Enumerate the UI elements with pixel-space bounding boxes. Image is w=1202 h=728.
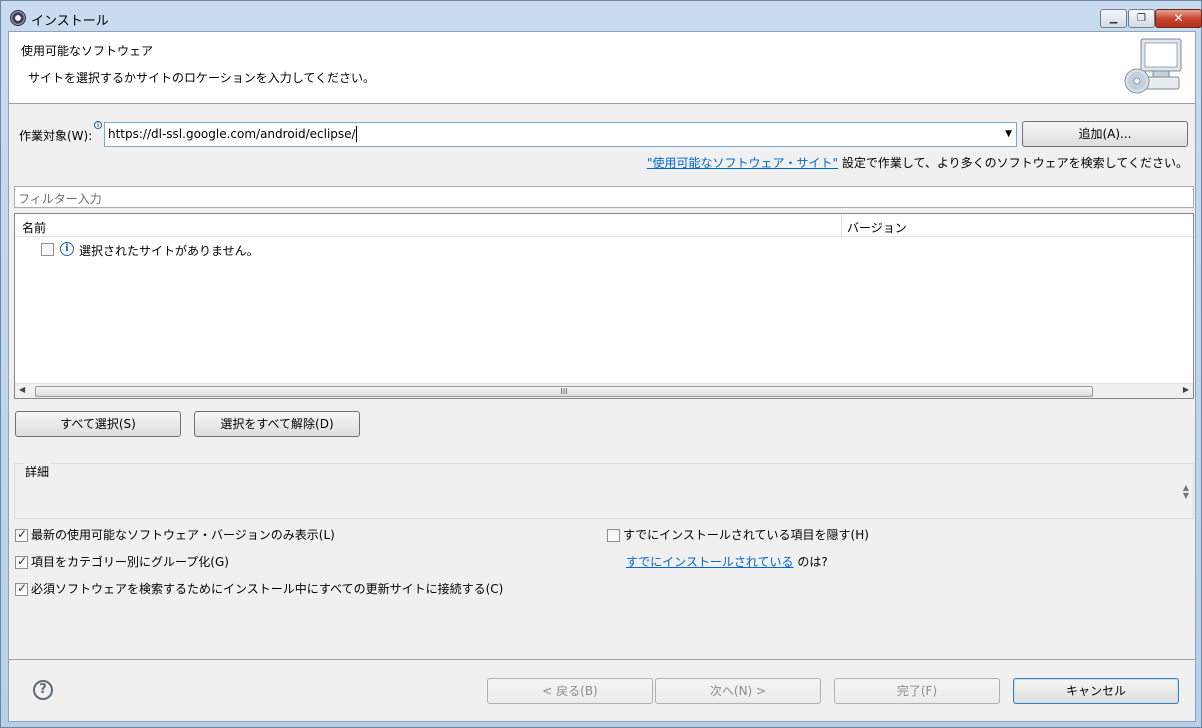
scroll-left-icon[interactable]: ◀ bbox=[19, 385, 25, 394]
help-icon[interactable]: ? bbox=[33, 680, 53, 700]
horizontal-scrollbar[interactable]: ◀ III ▶ bbox=[15, 383, 1193, 398]
title-bar: インストール ▁ ❐ ✕ bbox=[1, 1, 1202, 31]
table-row[interactable]: i 選択されたサイトがありません。 bbox=[15, 239, 615, 259]
minimize-button[interactable]: ▁ bbox=[1100, 9, 1127, 28]
text-caret bbox=[356, 126, 357, 142]
info-hint-icon: i bbox=[94, 121, 102, 129]
scroll-right-icon[interactable]: ▶ bbox=[1183, 385, 1189, 394]
row-label: 選択されたサイトがありません。 bbox=[79, 244, 259, 258]
already-installed-row: すでにインストールされている のは? bbox=[626, 553, 828, 570]
back-button[interactable]: < 戻る(B) bbox=[487, 678, 653, 704]
latest-only-checkbox[interactable] bbox=[15, 527, 28, 542]
already-installed-suffix: のは? bbox=[797, 555, 828, 569]
available-sites-link-row: "使用可能なソフトウェア・サイト" 設定で作業して、より多くのソフトウェアを検索… bbox=[647, 154, 1188, 171]
dialog-client-area: 使用可能なソフトウェア サイトを選択するかサイトのロケーションを入力してください… bbox=[8, 31, 1196, 722]
chevron-down-icon[interactable]: ▼ bbox=[1005, 129, 1012, 139]
info-icon: i bbox=[60, 242, 74, 256]
software-tree-table[interactable]: 名前 バージョン i 選択されたサイトがありません。 ◀ III ▶ bbox=[14, 213, 1194, 399]
work-with-label: 作業対象(W): bbox=[19, 129, 93, 143]
already-installed-link[interactable]: すでにインストールされている bbox=[626, 555, 794, 569]
available-sites-suffix: 設定で作業して、より多くのソフトウェアを検索してください。 bbox=[841, 156, 1188, 170]
contact-all-sites-checkbox[interactable] bbox=[15, 581, 28, 596]
cancel-button[interactable]: キャンセル bbox=[1013, 678, 1179, 704]
eclipse-app-icon bbox=[10, 10, 26, 26]
scrollbar-thumb[interactable]: III bbox=[35, 386, 1093, 397]
window-title: インストール bbox=[31, 14, 109, 29]
column-divider[interactable] bbox=[841, 214, 842, 237]
column-header-version[interactable]: バージョン bbox=[847, 219, 907, 236]
hide-installed-label[interactable]: すでにインストールされている項目を隠す(H) bbox=[623, 526, 869, 543]
details-scroll-icon[interactable]: ▲ ▼ bbox=[1183, 484, 1189, 500]
deselect-all-button[interactable]: 選択をすべて解除(D) bbox=[194, 411, 360, 437]
work-with-combo[interactable]: https://dl-ssl.google.com/android/eclips… bbox=[104, 122, 1017, 147]
wizard-header: 使用可能なソフトウェア サイトを選択するかサイトのロケーションを入力してください… bbox=[9, 32, 1195, 104]
next-button[interactable]: 次へ(N) > bbox=[655, 678, 821, 704]
add-site-button[interactable]: 追加(A)... bbox=[1022, 121, 1188, 147]
computer-cd-icon bbox=[1124, 38, 1182, 94]
contact-all-sites-label[interactable]: 必須ソフトウェアを検索するためにインストール中にすべての更新サイトに接続する(C… bbox=[31, 580, 503, 597]
install-dialog: インストール ▁ ❐ ✕ 使用可能なソフトウェア サイトを選択するかサイトのロケ… bbox=[0, 0, 1202, 728]
maximize-button[interactable]: ❐ bbox=[1128, 9, 1155, 28]
filter-input[interactable]: フィルター入力 bbox=[14, 186, 1194, 208]
available-software-sites-link[interactable]: "使用可能なソフトウェア・サイト" bbox=[647, 156, 838, 170]
page-title: 使用可能なソフトウェア bbox=[21, 44, 154, 58]
footer-separator bbox=[9, 659, 1195, 660]
latest-only-label[interactable]: 最新の使用可能なソフトウェア・バージョンのみ表示(L) bbox=[31, 526, 335, 543]
page-description: サイトを選択するかサイトのロケーションを入力してください。 bbox=[28, 71, 376, 85]
row-checkbox[interactable] bbox=[41, 243, 54, 256]
details-group: 詳細 ▲ ▼ bbox=[14, 463, 1194, 519]
finish-button[interactable]: 完了(F) bbox=[834, 678, 1000, 704]
filter-placeholder: フィルター入力 bbox=[18, 192, 102, 206]
table-header: 名前 バージョン bbox=[15, 214, 1193, 237]
hide-installed-checkbox[interactable] bbox=[607, 529, 620, 542]
column-header-name[interactable]: 名前 bbox=[22, 219, 46, 236]
select-all-button[interactable]: すべて選択(S) bbox=[15, 411, 181, 437]
details-label: 詳細 bbox=[24, 463, 51, 480]
group-by-category-checkbox[interactable] bbox=[15, 554, 28, 569]
close-button[interactable]: ✕ bbox=[1155, 9, 1202, 28]
group-by-category-label[interactable]: 項目をカテゴリー別にグループ化(G) bbox=[31, 553, 229, 570]
work-with-input[interactable]: https://dl-ssl.google.com/android/eclips… bbox=[108, 127, 356, 141]
